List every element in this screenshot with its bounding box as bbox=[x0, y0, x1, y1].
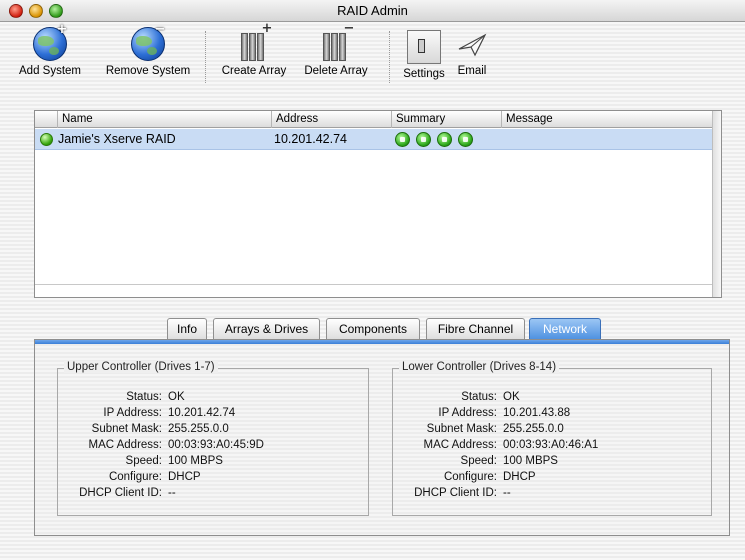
settings-button[interactable]: Settings bbox=[396, 27, 452, 80]
title-bar: RAID Admin bbox=[0, 0, 745, 22]
dhcp-client-id-label: DHCP Client ID: bbox=[79, 487, 162, 499]
table-header: Name Address Summary Message bbox=[35, 111, 713, 128]
summary-array-icon bbox=[395, 132, 410, 147]
settings-switch-icon bbox=[407, 30, 441, 64]
zoom-window-button[interactable] bbox=[49, 4, 63, 18]
tab-components[interactable]: Components bbox=[326, 318, 420, 339]
lower-subnet-value: 255.255.0.0 bbox=[503, 423, 564, 435]
lower-controller-group: Lower Controller (Drives 8-14) Status: O… bbox=[392, 361, 712, 516]
settings-label: Settings bbox=[403, 68, 445, 80]
lower-ip-value: 10.201.43.88 bbox=[503, 407, 571, 419]
table-scrollbar[interactable] bbox=[712, 111, 721, 297]
drive-array-add-icon: + bbox=[237, 22, 272, 61]
lower-configure-value: DHCP bbox=[503, 471, 536, 483]
email-label: Email bbox=[457, 65, 487, 77]
system-address: 10.201.42.74 bbox=[274, 132, 347, 146]
summary-drive-icon bbox=[416, 132, 431, 147]
tab-network[interactable]: Network bbox=[529, 318, 601, 340]
ip-address-label: IP Address: bbox=[103, 407, 162, 419]
ip-address-label: IP Address: bbox=[438, 407, 497, 419]
column-header-name[interactable]: Name bbox=[57, 111, 271, 128]
tab-info[interactable]: Info bbox=[167, 318, 207, 339]
upper-mac-value: 00:03:93:A0:45:9D bbox=[168, 439, 264, 451]
create-array-label: Create Array bbox=[221, 65, 287, 77]
status-label: Status: bbox=[461, 391, 497, 403]
speed-label: Speed: bbox=[460, 455, 497, 467]
create-array-button[interactable]: + Create Array bbox=[213, 22, 295, 77]
subnet-mask-label: Subnet Mask: bbox=[91, 423, 162, 435]
upper-speed-value: 100 MBPS bbox=[168, 455, 223, 467]
network-panel: Upper Controller (Drives 1-7) Status: OK… bbox=[34, 339, 730, 536]
mac-address-label: MAC Address: bbox=[423, 439, 498, 451]
column-header-address[interactable]: Address bbox=[271, 111, 391, 128]
tab-arrays-drives[interactable]: Arrays & Drives bbox=[213, 318, 320, 339]
upper-subnet-value: 255.255.0.0 bbox=[168, 423, 229, 435]
status-label: Status: bbox=[126, 391, 162, 403]
upper-controller-title: Upper Controller (Drives 1-7) bbox=[64, 361, 218, 373]
lower-speed-value: 100 MBPS bbox=[503, 455, 558, 467]
remove-system-label: Remove System bbox=[105, 65, 191, 77]
globe-add-icon: + bbox=[33, 23, 67, 61]
lower-status-value: OK bbox=[503, 391, 520, 403]
minimize-window-button[interactable] bbox=[29, 4, 43, 18]
upper-ip-value: 10.201.42.74 bbox=[168, 407, 236, 419]
lower-dhcp-value: -- bbox=[503, 487, 511, 499]
upper-dhcp-value: -- bbox=[168, 487, 176, 499]
delete-array-button[interactable]: − Delete Array bbox=[296, 22, 376, 77]
lower-mac-value: 00:03:93:A0:46:A1 bbox=[503, 439, 599, 451]
table-row[interactable]: Jamie's Xserve RAID 10.201.42.74 bbox=[35, 129, 713, 150]
toolbar-separator bbox=[389, 31, 390, 83]
column-header-status[interactable] bbox=[35, 111, 57, 128]
remove-system-button[interactable]: − Remove System bbox=[100, 23, 196, 77]
drive-array-remove-icon: − bbox=[319, 22, 354, 61]
toolbar-separator bbox=[205, 31, 206, 83]
status-ok-icon bbox=[40, 133, 53, 146]
window-title: RAID Admin bbox=[337, 3, 408, 18]
paper-plane-icon bbox=[455, 27, 489, 61]
email-button[interactable]: Email bbox=[452, 27, 492, 77]
dhcp-client-id-label: DHCP Client ID: bbox=[414, 487, 497, 499]
upper-configure-value: DHCP bbox=[168, 471, 201, 483]
configure-label: Configure: bbox=[443, 471, 497, 483]
summary-controller-icon bbox=[437, 132, 452, 147]
column-header-message[interactable]: Message bbox=[501, 111, 713, 128]
tab-fibre-channel[interactable]: Fibre Channel bbox=[426, 318, 525, 339]
systems-table[interactable]: Name Address Summary Message Jamie's Xse… bbox=[34, 110, 722, 298]
toolbar: + Add System − Remove System + Create Ar… bbox=[0, 22, 745, 91]
speed-label: Speed: bbox=[125, 455, 162, 467]
summary-power-icon bbox=[458, 132, 473, 147]
subnet-mask-label: Subnet Mask: bbox=[426, 423, 497, 435]
configure-label: Configure: bbox=[108, 471, 162, 483]
close-window-button[interactable] bbox=[9, 4, 23, 18]
delete-array-label: Delete Array bbox=[304, 65, 368, 77]
upper-controller-group: Upper Controller (Drives 1-7) Status: OK… bbox=[57, 361, 369, 516]
system-name: Jamie's Xserve RAID bbox=[58, 132, 176, 146]
globe-remove-icon: − bbox=[131, 23, 165, 61]
lower-controller-title: Lower Controller (Drives 8-14) bbox=[399, 361, 560, 373]
add-system-button[interactable]: + Add System bbox=[2, 23, 98, 77]
table-divider bbox=[35, 284, 713, 285]
upper-status-value: OK bbox=[168, 391, 185, 403]
column-header-summary[interactable]: Summary bbox=[391, 111, 501, 128]
add-system-label: Add System bbox=[19, 65, 81, 77]
mac-address-label: MAC Address: bbox=[88, 439, 163, 451]
